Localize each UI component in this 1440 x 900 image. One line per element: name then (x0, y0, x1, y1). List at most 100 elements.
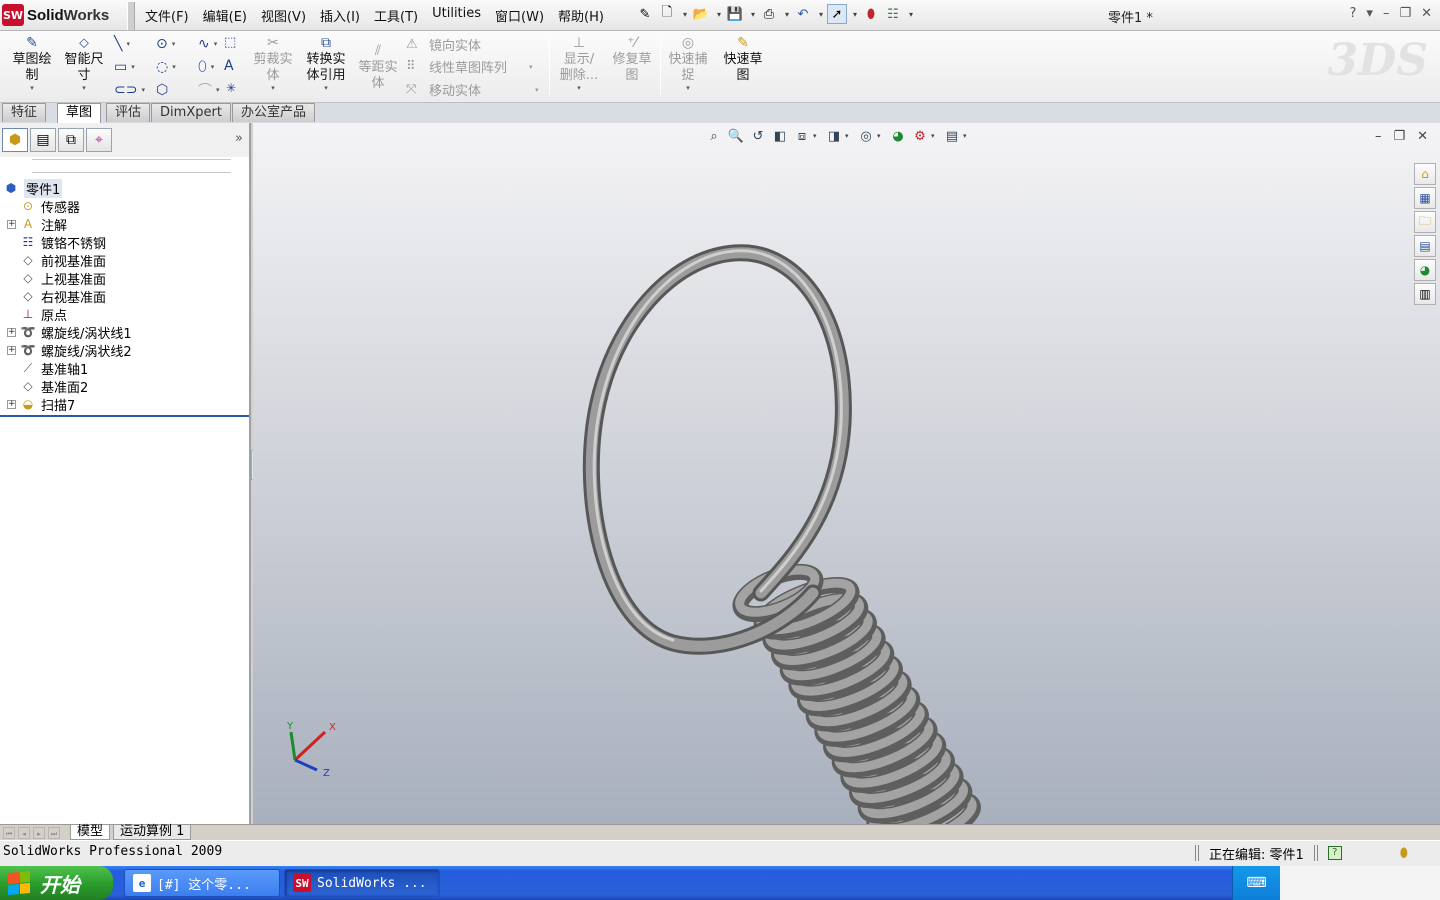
custom-properties-icon[interactable]: ▥ (1414, 283, 1436, 305)
new-dropdown-icon[interactable]: ▾ (679, 10, 691, 19)
tab-evaluate[interactable]: 评估 (106, 103, 151, 122)
move-entities-button[interactable]: ⤧ 移动实体 ▾ (406, 80, 539, 99)
display-style-icon[interactable]: ◨ (823, 127, 845, 145)
tree-item[interactable]: ⊙ 传感器 (0, 197, 249, 216)
tree-item[interactable]: + ➰ 螺旋线/涡状线1 (0, 323, 249, 342)
rollback-bar[interactable] (0, 415, 249, 417)
move-dropdown-icon[interactable]: ▾ (535, 86, 539, 94)
menu-help[interactable]: 帮助(H) (551, 6, 611, 25)
select-arrow-icon[interactable]: ➚ (827, 4, 847, 24)
undo-dropdown-icon[interactable]: ▾ (815, 10, 827, 19)
new-document-icon[interactable]: 🗋 (657, 4, 677, 24)
tab-motion-study-1[interactable]: 运动算例 1 (113, 825, 192, 840)
construction-geometry-icon[interactable]: ⬚ (224, 35, 236, 50)
tree-item[interactable]: ◇ 前视基准面 (0, 251, 249, 270)
arc-icon[interactable]: ◌ ▾ (156, 58, 192, 75)
menu-tools[interactable]: 工具(T) (367, 6, 425, 25)
show-delete-relations-button[interactable]: ⊥ 显示/ 删除... ▾ (556, 35, 602, 92)
text-icon[interactable]: A (224, 58, 234, 74)
mirror-entities-button[interactable]: ⚠ 镜向实体 (406, 35, 481, 54)
tree-item[interactable]: ◇ 右视基准面 (0, 287, 249, 306)
expand-plus-icon[interactable]: + (7, 399, 16, 409)
zoom-to-area-icon[interactable]: 🔍 (725, 127, 747, 145)
quick-snaps-dropdown-icon[interactable]: ▾ (665, 84, 711, 92)
tab-features[interactable]: 特征 (2, 103, 47, 122)
view-settings-icon[interactable]: ▤ (941, 127, 963, 145)
tab-office-products[interactable]: 办公室产品 (231, 103, 315, 122)
slot-icon[interactable]: ⊂⊃ ▾ (114, 81, 150, 98)
view-palette-icon[interactable]: ▤ (1414, 235, 1436, 257)
menu-utilities[interactable]: Utilities (425, 6, 488, 25)
section-view-icon[interactable]: ◧ (769, 127, 791, 145)
tab-model[interactable]: 模型 (70, 825, 111, 840)
tree-item[interactable]: ☷ 镀铬不锈钢 (0, 233, 249, 252)
view-orientation-dropdown-icon[interactable]: ▾ (813, 132, 823, 140)
sketch-dropdown-icon[interactable]: ▾ (10, 84, 54, 92)
save-dropdown-icon[interactable]: ▾ (747, 10, 759, 19)
edit-appearance-icon[interactable]: ◕ (887, 127, 909, 145)
smart-dimension-dropdown-icon[interactable]: ▾ (62, 84, 106, 92)
solidworks-resources-icon[interactable]: ⌂ (1414, 163, 1436, 185)
options-dropdown-icon[interactable]: ▾ (905, 10, 917, 19)
quick-tips-help-icon[interactable]: ? (1327, 846, 1342, 860)
menu-edit[interactable]: 编辑(E) (196, 6, 254, 25)
doc-close-icon[interactable]: ✕ (1417, 129, 1428, 144)
hide-show-items-icon[interactable]: ◎ (855, 127, 877, 145)
rebuild-tag-icon[interactable]: ⬮ (1400, 846, 1408, 861)
tree-item[interactable]: ⊥ 原点 (0, 305, 249, 324)
offset-entities-button[interactable]: ⫽ 等距实 体 (355, 43, 401, 92)
minimize-icon[interactable]: – (1383, 6, 1390, 21)
pin-icon[interactable]: ✎ (635, 4, 655, 24)
keyboard-icon[interactable]: ⌨ (1246, 875, 1266, 891)
convert-entities-button[interactable]: ⧉ 转换实 体引用 ▾ (303, 35, 349, 92)
smart-dimension-button[interactable]: ⬦ 智能尺 寸 ▾ (62, 35, 106, 92)
help-dropdown-icon[interactable]: ▾ (1366, 6, 1373, 21)
linear-pattern-dropdown-icon[interactable]: ▾ (529, 63, 533, 71)
convert-dropdown-icon[interactable]: ▾ (303, 84, 349, 92)
select-dropdown-icon[interactable]: ▾ (849, 10, 861, 19)
graphics-area[interactable]: ⌕ 🔍 ↺ ◧ ⧈ ▾ ◨ ▾ ◎ ▾ ◕ ⚙ ▾ ▤ ▾ – ❐ ✕ ⌂ ▦ 🗀 ▤ ◕… (253, 123, 1440, 824)
menu-view[interactable]: 视图(V) (254, 6, 313, 25)
doc-restore-icon[interactable]: ❐ (1393, 129, 1405, 144)
next-tab-arrow-icon[interactable]: ▸ (33, 826, 45, 839)
tree-item[interactable]: ◇ 上视基准面 (0, 269, 249, 288)
print-dropdown-icon[interactable]: ▾ (781, 10, 793, 19)
tree-item[interactable]: ◇ 基准面2 (0, 377, 249, 396)
help-icon[interactable]: ? (1350, 6, 1357, 21)
taskbar-button-browser[interactable]: e [#] 这个零... (124, 869, 280, 897)
hide-show-dropdown-icon[interactable]: ▾ (877, 132, 887, 140)
rectangle-icon[interactable]: ▭ ▾ (114, 58, 150, 75)
trim-button[interactable]: ✂ 剪裁实 体 ▾ (250, 35, 296, 92)
prev-tab-arrow-icon[interactable]: ◂ (18, 826, 30, 839)
last-tab-arrow-icon[interactable]: ⏭ (48, 826, 60, 839)
design-library-icon[interactable]: ▦ (1414, 187, 1436, 209)
tab-sketch[interactable]: 草图 (57, 103, 102, 123)
first-tab-arrow-icon[interactable]: ⏮ (3, 826, 15, 839)
undo-icon[interactable]: ↶ (793, 4, 813, 24)
view-orientation-icon[interactable]: ⧈ (791, 127, 813, 145)
menu-window[interactable]: 窗口(W) (488, 6, 551, 25)
options-icon[interactable]: ☷ (883, 4, 903, 24)
quick-snaps-button[interactable]: ◎ 快速捕 捉 ▾ (665, 35, 711, 92)
property-manager-tab-icon[interactable]: ▤ (30, 128, 56, 152)
expand-plus-icon[interactable]: + (7, 345, 16, 355)
tree-filter-bar[interactable] (32, 159, 231, 173)
print-icon[interactable]: ⎙ (759, 4, 779, 24)
expand-plus-icon[interactable]: + (7, 327, 16, 337)
tree-item[interactable]: + A 注解 (0, 215, 249, 234)
expand-panel-icon[interactable]: » (235, 131, 243, 146)
line-icon[interactable]: ╲ ▾ (114, 35, 150, 52)
doc-minimize-icon[interactable]: – (1375, 129, 1382, 144)
open-dropdown-icon[interactable]: ▾ (713, 10, 725, 19)
open-folder-icon[interactable]: 📂 (691, 4, 711, 24)
restore-icon[interactable]: ❐ (1399, 6, 1411, 21)
tree-item[interactable]: ⟋ 基准轴1 (0, 359, 249, 378)
linear-pattern-button[interactable]: ⠿ 线性草图阵列 ▾ (406, 57, 533, 76)
tree-item[interactable]: + ◒ 扫描7 (0, 395, 249, 414)
spring-model-view[interactable] (253, 123, 1440, 824)
repair-sketch-button[interactable]: ⁺⁄ 修复草 图 (609, 35, 655, 84)
display-style-dropdown-icon[interactable]: ▾ (845, 132, 855, 140)
tab-dimxpert[interactable]: DimXpert (151, 103, 231, 122)
rebuild-traffic-light-icon[interactable]: ⬮ (861, 4, 881, 24)
menu-insert[interactable]: 插入(I) (313, 6, 367, 25)
